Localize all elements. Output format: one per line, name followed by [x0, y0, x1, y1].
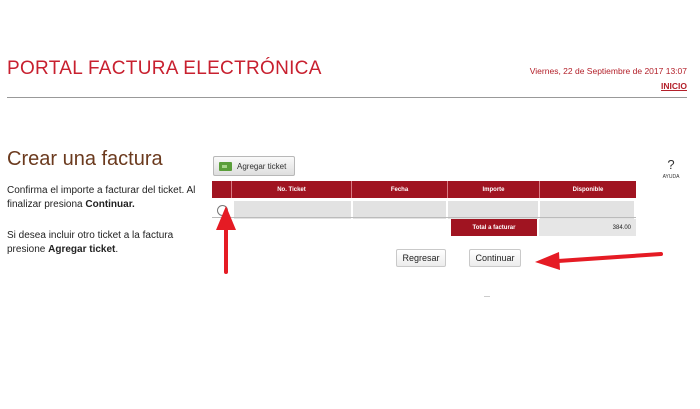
up-arrow-icon: [216, 206, 236, 274]
annotation-arrows: [216, 206, 663, 274]
left-arrow-icon: [535, 252, 663, 270]
